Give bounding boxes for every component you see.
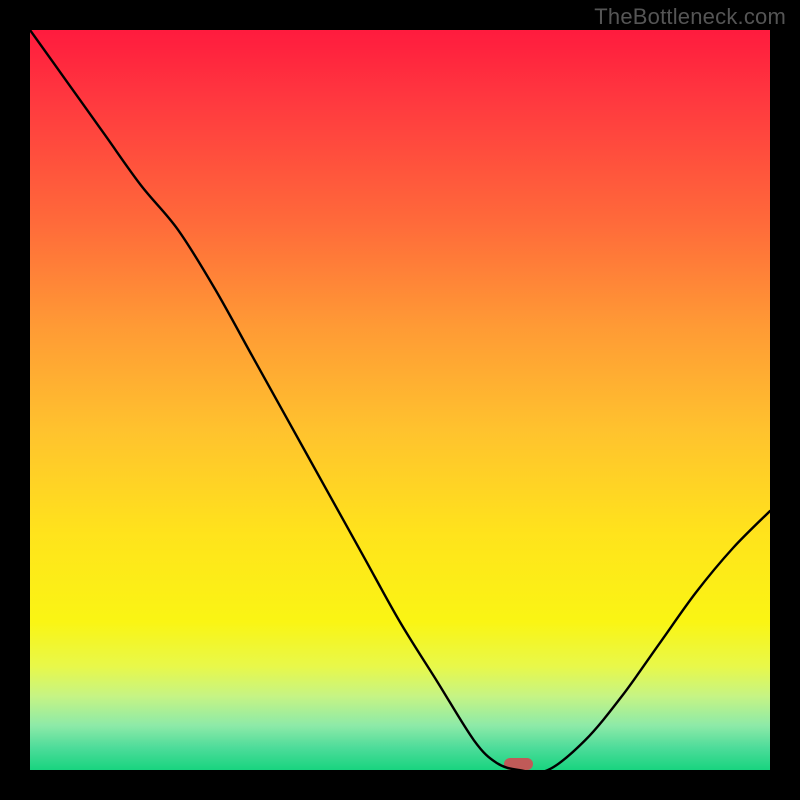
chart-frame: TheBottleneck.com [0, 0, 800, 800]
plot-area [30, 30, 770, 770]
curve-path [30, 30, 770, 770]
bottleneck-curve [30, 30, 770, 770]
watermark-text: TheBottleneck.com [594, 4, 786, 30]
